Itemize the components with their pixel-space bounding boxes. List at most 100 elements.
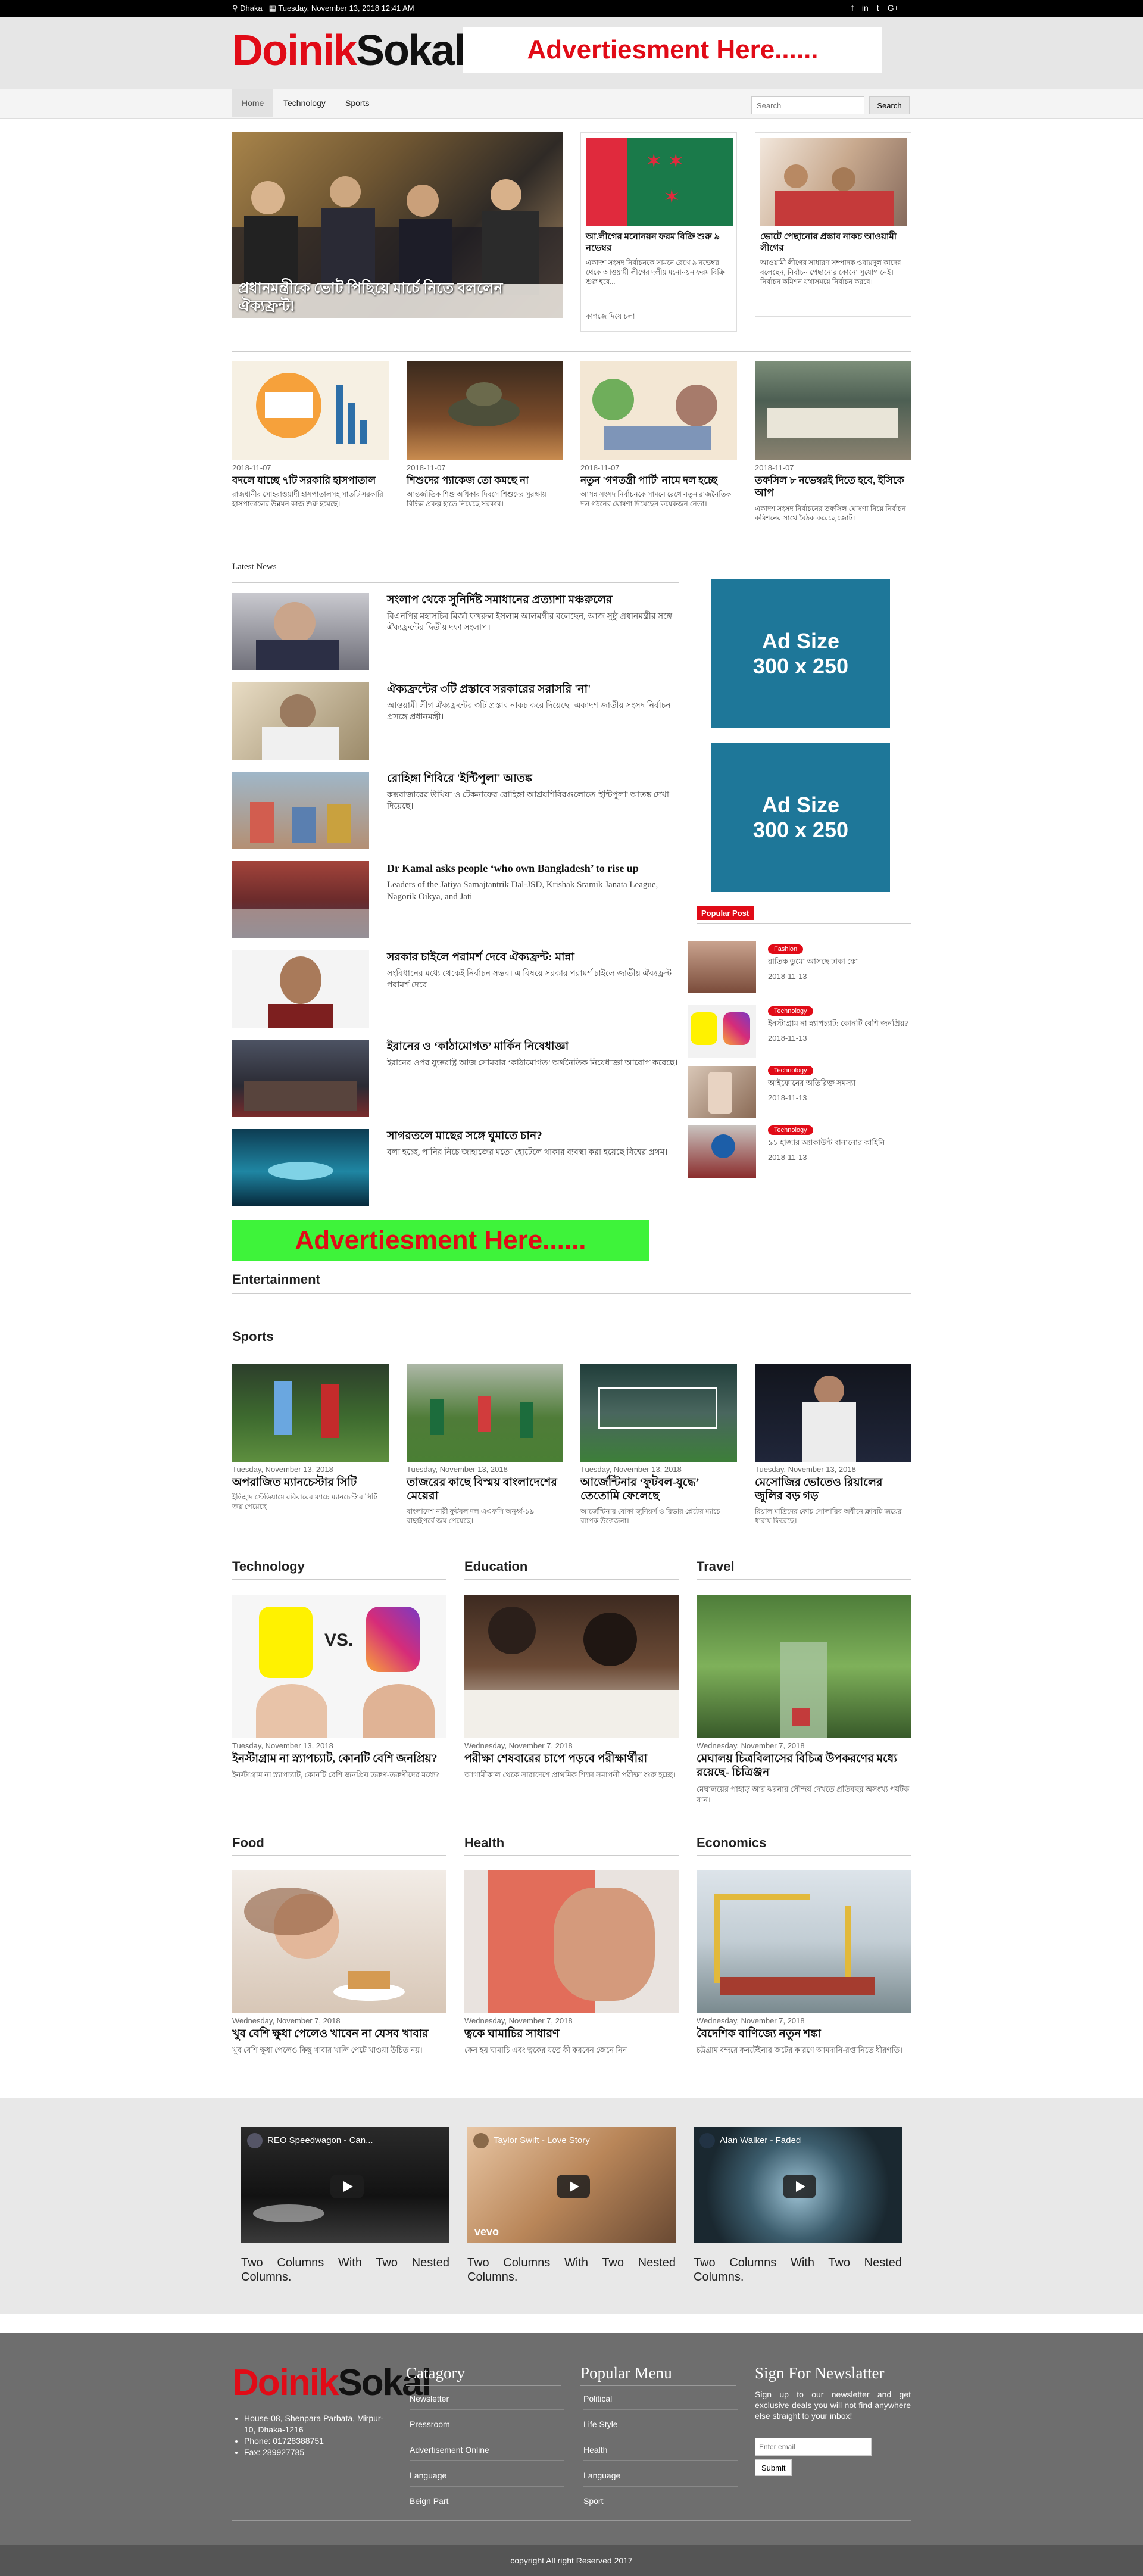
lead-card-1[interactable]: ✶ ✶ ✶ আ.লীগের মনোনয়ন ফরম বিক্রি শুরু ৯ …: [580, 132, 737, 332]
travel-title[interactable]: মেঘালয় চিত্রবিলাসের বিচিত্র উপকরণের মধ্…: [697, 1752, 911, 1779]
footer-category-link[interactable]: Pressroom: [410, 2419, 564, 2435]
lead-caption[interactable]: প্রধানমন্ত্রীকে ভোট পিছিয়ে মার্চে নিতে …: [238, 280, 557, 316]
education-image[interactable]: [464, 1595, 679, 1738]
latest-thumb-6[interactable]: [232, 1040, 369, 1117]
technology-image[interactable]: VS.: [232, 1595, 446, 1738]
popular-thumb-1[interactable]: [688, 941, 756, 993]
facebook-icon[interactable]: f: [851, 3, 854, 13]
row1-image-4[interactable]: [755, 361, 911, 460]
newsletter-submit-button[interactable]: Submit: [755, 2459, 792, 2476]
header-advertisement[interactable]: Advertiesment Here......: [463, 27, 882, 73]
popular-title-4[interactable]: ৯১ হাজার অ্যাকাউন্ট বানানোর কাহিনি: [768, 1137, 911, 1148]
sports-title-1[interactable]: অপরাজিত ম্যানচেস্টার সিটি: [232, 1476, 389, 1489]
lead-image[interactable]: প্রধানমন্ত্রীকে ভোট পিছিয়ে মার্চে নিতে …: [232, 132, 563, 318]
nav-home[interactable]: Home: [232, 89, 274, 117]
latest-item-3[interactable]: রোহিঙ্গা শিবিরে 'ইন্টিপুলা' আতঙ্ক কক্সবাজ…: [387, 772, 679, 812]
latest-thumb-5[interactable]: [232, 950, 369, 1028]
latest-thumb-3[interactable]: [232, 772, 369, 849]
popular-item-2[interactable]: Technology ইনস্টাগ্রাম না স্ন্যাপচ্যাট: ক…: [768, 1005, 911, 1043]
video-player-3[interactable]: Alan Walker - Faded: [694, 2127, 902, 2243]
play-icon[interactable]: [783, 2175, 816, 2198]
video-player-1[interactable]: REO Speedwagon - Can...: [241, 2127, 449, 2243]
latest-title-7[interactable]: সাগরতলে মাছের সঙ্গে ঘুমাতে চান?: [387, 1129, 679, 1143]
economics-title[interactable]: বৈদেশিক বাণিজ্যে নতুন শঙ্কা: [697, 2027, 911, 2041]
video-title-3[interactable]: Alan Walker - Faded: [720, 2135, 801, 2145]
row1-title-2[interactable]: শিশুদের প্যাকেজ তো কমছে না: [407, 474, 563, 486]
nav-technology[interactable]: Technology: [274, 89, 335, 117]
video-title-1[interactable]: REO Speedwagon - Can...: [267, 2135, 373, 2145]
lead-card-2[interactable]: ভোটে পেছানোর প্রস্তাব নাকচ আওয়ামী লীগের…: [755, 132, 911, 317]
footer-category-link[interactable]: Language: [410, 2471, 564, 2487]
education-title[interactable]: পরীক্ষা শেষবারের চাপে পড়বে পরীক্ষার্থীর…: [464, 1752, 679, 1766]
sports-image-4[interactable]: [755, 1364, 911, 1462]
latest-item-4[interactable]: Dr Kamal asks people ‘who own Bangladesh…: [387, 861, 679, 903]
latest-title-2[interactable]: ঐক্যফ্রন্টের ৩টি প্রস্তাবে সরকারের সরাসর…: [387, 682, 679, 697]
play-icon[interactable]: [557, 2175, 590, 2198]
latest-item-5[interactable]: সরকার চাইলে পরামর্শ দেবে ঐক্যফ্রন্ট: মান…: [387, 950, 679, 991]
google-plus-icon[interactable]: G+: [888, 3, 899, 13]
nav-sports[interactable]: Sports: [336, 89, 379, 117]
latest-title-3[interactable]: রোহিঙ্গা শিবিরে 'ইন্টিপুলা' আতঙ্ক: [387, 772, 679, 786]
newsletter-email-input[interactable]: [755, 2438, 872, 2456]
food-title[interactable]: খুব বেশি ক্ষুধা পেলেও খাবেন না যেসব খাবা…: [232, 2027, 446, 2041]
travel-image[interactable]: [697, 1595, 911, 1738]
footer-category-link[interactable]: Advertisement Online: [410, 2445, 564, 2461]
footer-category-link[interactable]: Newsletter: [410, 2394, 564, 2410]
latest-item-2[interactable]: ঐক্যফ্রন্টের ৩টি প্রস্তাবে সরকারের সরাসর…: [387, 682, 679, 723]
popular-item-4[interactable]: Technology ৯১ হাজার অ্যাকাউন্ট বানানোর কা…: [768, 1124, 911, 1162]
sports-title-2[interactable]: তাজরের কাছে বিস্ময় বাংলাদেশের মেয়েরা: [407, 1476, 563, 1503]
footer-menu-link[interactable]: Language: [583, 2471, 738, 2487]
latest-item-7[interactable]: সাগরতলে মাছের সঙ্গে ঘুমাতে চান? বলা হচ্ছে…: [387, 1129, 679, 1158]
linkedin-icon[interactable]: in: [862, 3, 869, 13]
footer-menu-link[interactable]: Health: [583, 2445, 738, 2461]
food-image[interactable]: [232, 1870, 446, 2013]
site-logo[interactable]: DoinikSokal: [232, 26, 466, 75]
latest-item-1[interactable]: সংলাপ থেকে সুনির্দিষ্ট সমাধানের প্রত্যাশ…: [387, 593, 679, 634]
play-icon[interactable]: [330, 2175, 364, 2198]
latest-thumb-2[interactable]: [232, 682, 369, 760]
sports-image-2[interactable]: [407, 1364, 563, 1462]
popular-item-1[interactable]: Fashion রাতিক ডুমো আসছে ঢাকা কো 2018-11-13: [768, 943, 911, 981]
twitter-icon[interactable]: t: [877, 3, 879, 13]
row1-image-2[interactable]: [407, 361, 563, 460]
video-player-2[interactable]: Taylor Swift - Love Story vevo: [467, 2127, 676, 2243]
health-title[interactable]: ত্বকে ঘামাচির সাধারণ: [464, 2027, 679, 2041]
row1-title-4[interactable]: তফসিল ৮ নভেম্বরই দিতে হবে, ইসিকে আপ: [755, 474, 911, 499]
search-input[interactable]: [751, 96, 864, 114]
technology-title[interactable]: ইনস্টাগ্রাম না স্ন্যাপচ্যাট, কোনটি বেশি …: [232, 1752, 446, 1766]
footer-category-link[interactable]: Beign Part: [410, 2496, 564, 2512]
footer-menu-link[interactable]: Life Style: [583, 2419, 738, 2435]
row1-title-1[interactable]: বদলে যাচ্ছে ৭টি সরকারি হাসপাতাল: [232, 474, 389, 486]
popular-thumb-4[interactable]: [688, 1125, 756, 1178]
row1-image-1[interactable]: [232, 361, 389, 460]
latest-title-4[interactable]: Dr Kamal asks people ‘who own Bangladesh…: [387, 861, 679, 875]
footer-logo[interactable]: DoinikSokal: [232, 2362, 432, 2404]
popular-thumb-2[interactable]: [688, 1005, 756, 1058]
popular-title-3[interactable]: আইফোনের অতিরিক্ত সমস্যা: [768, 1078, 911, 1089]
popular-title-1[interactable]: রাতিক ডুমো আসছে ঢাকা কো: [768, 956, 911, 967]
sports-image-1[interactable]: [232, 1364, 389, 1462]
row1-title-3[interactable]: নতুন 'গণতন্ত্রী পার্টি' নামে দল হচ্ছে: [580, 474, 737, 486]
sports-image-3[interactable]: [580, 1364, 737, 1462]
popular-item-3[interactable]: Technology আইফোনের অতিরিক্ত সমস্যা 2018-11…: [768, 1065, 911, 1102]
footer-menu-link[interactable]: Political: [583, 2394, 738, 2410]
footer-menu-link[interactable]: Sport: [583, 2496, 738, 2512]
latest-item-6[interactable]: ইরানের ও ‘কাঠামোগত’ মার্কিন নিষেধাজ্ঞা ইর…: [387, 1040, 679, 1069]
video-title-2[interactable]: Taylor Swift - Love Story: [494, 2135, 590, 2145]
latest-thumb-7[interactable]: [232, 1129, 369, 1206]
sports-title-4[interactable]: মেসোজির ভোতেও রিয়ালের জুলির বড় গড়: [755, 1476, 911, 1503]
row1-image-3[interactable]: [580, 361, 737, 460]
economics-image[interactable]: [697, 1870, 911, 2013]
latest-thumb-4[interactable]: [232, 861, 369, 938]
sidebar-ad-1[interactable]: Ad Size 300 x 250: [711, 579, 890, 728]
inline-advertisement[interactable]: Advertiesment Here......: [232, 1220, 649, 1261]
lead-card-2-title[interactable]: ভোটে পেছানোর প্রস্তাব নাকচ আওয়ামী লীগের: [760, 232, 907, 254]
latest-title-5[interactable]: সরকার চাইলে পরামর্শ দেবে ঐক্যফ্রন্ট: মান…: [387, 950, 679, 965]
latest-title-1[interactable]: সংলাপ থেকে সুনির্দিষ্ট সমাধানের প্রত্যাশ…: [387, 593, 679, 607]
latest-thumb-1[interactable]: [232, 593, 369, 670]
latest-title-6[interactable]: ইরানের ও ‘কাঠামোগত’ মার্কিন নিষেধাজ্ঞা: [387, 1040, 679, 1054]
popular-title-2[interactable]: ইনস্টাগ্রাম না স্ন্যাপচ্যাট: কোনটি বেশি …: [768, 1018, 911, 1029]
sidebar-ad-2[interactable]: Ad Size 300 x 250: [711, 743, 890, 892]
search-button[interactable]: Search: [869, 96, 910, 114]
popular-thumb-3[interactable]: [688, 1066, 756, 1118]
